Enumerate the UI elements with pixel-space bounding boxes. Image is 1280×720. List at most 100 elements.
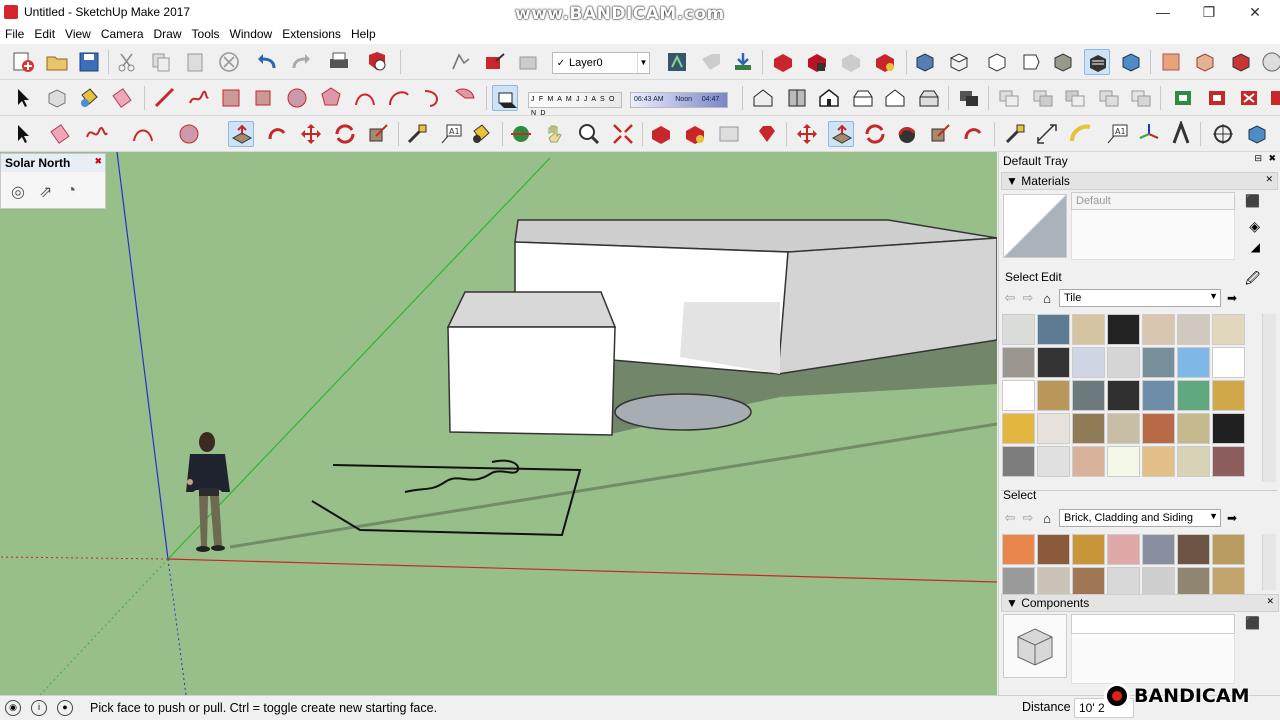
tile-material-swatch[interactable] xyxy=(1142,347,1175,378)
print-icon[interactable] xyxy=(326,49,352,75)
two-point-arc-icon[interactable] xyxy=(386,85,412,111)
brick-material-swatch[interactable] xyxy=(1002,534,1035,565)
library-select[interactable]: Tile ▼ xyxy=(1059,289,1221,307)
right-view-icon[interactable] xyxy=(1018,49,1044,75)
offset-icon[interactable] xyxy=(960,121,986,147)
materials-panel-header[interactable]: ▼ Materials ✕ xyxy=(1001,172,1278,190)
tab-select[interactable]: Select xyxy=(1005,270,1038,284)
axes-icon[interactable] xyxy=(1136,121,1162,147)
download-icon[interactable] xyxy=(730,49,756,75)
tile-material-swatch[interactable] xyxy=(1037,380,1070,411)
close-icon[interactable]: ✕ xyxy=(1266,596,1274,607)
scale-2-icon[interactable] xyxy=(928,121,954,147)
menu-edit[interactable]: Edit xyxy=(29,27,60,41)
orbit-tool-icon[interactable] xyxy=(508,121,534,147)
select-tool-icon[interactable] xyxy=(10,121,36,147)
component-preview[interactable] xyxy=(1003,614,1067,678)
hidden-line-icon[interactable] xyxy=(1228,49,1254,75)
open-folder-icon[interactable] xyxy=(44,49,70,75)
tile-material-swatch[interactable] xyxy=(1107,446,1140,477)
erase-icon[interactable] xyxy=(216,49,242,75)
compass-icon[interactable]: ◎ xyxy=(11,182,25,202)
secondary-scrollbar[interactable] xyxy=(1262,534,1276,590)
tile-material-swatch[interactable] xyxy=(1002,446,1035,477)
close-icon[interactable]: ✖ xyxy=(94,156,102,167)
follow-me-2-icon[interactable] xyxy=(894,121,920,147)
iso-view-icon[interactable] xyxy=(912,49,938,75)
freehand-tool-icon[interactable] xyxy=(84,121,110,147)
home-icon[interactable]: ⌂ xyxy=(1037,511,1057,526)
rotate-2-icon[interactable] xyxy=(862,121,888,147)
paint-tool-icon[interactable] xyxy=(468,121,494,147)
tile-material-swatch[interactable] xyxy=(1037,446,1070,477)
text-2-icon[interactable]: A1 xyxy=(1104,121,1130,147)
house-top-icon[interactable] xyxy=(784,85,810,111)
material-preview-swatch[interactable] xyxy=(1003,194,1067,258)
warehouse-get-icon[interactable] xyxy=(448,49,474,75)
tape-measure-icon[interactable] xyxy=(404,121,430,147)
select-arrow-icon[interactable] xyxy=(10,85,36,111)
forward-arrow-icon[interactable]: ⇨ xyxy=(1019,290,1037,306)
tile-material-swatch[interactable] xyxy=(1107,347,1140,378)
menu-camera[interactable]: Camera xyxy=(96,27,149,41)
brick-material-swatch[interactable] xyxy=(1177,534,1210,565)
wireframe-icon[interactable] xyxy=(1192,49,1218,75)
brick-material-swatch[interactable] xyxy=(1072,534,1105,565)
tile-material-swatch[interactable] xyxy=(1072,446,1105,477)
position-camera-icon[interactable] xyxy=(1210,121,1236,147)
warehouse-tool-icon[interactable] xyxy=(648,121,674,147)
house-right-icon[interactable] xyxy=(850,85,876,111)
tile-material-swatch[interactable] xyxy=(1107,314,1140,345)
union-icon[interactable] xyxy=(1030,85,1056,111)
split-icon[interactable] xyxy=(1128,85,1154,111)
brick-material-swatch[interactable] xyxy=(1037,534,1070,565)
layer-select[interactable]: ✓ Layer0 ▼ xyxy=(552,52,650,74)
tile-material-swatch[interactable] xyxy=(1212,380,1245,411)
tile-material-swatch[interactable] xyxy=(1037,347,1070,378)
zoom-extents-icon[interactable] xyxy=(610,121,636,147)
menu-view[interactable]: View xyxy=(60,27,96,41)
extension-warehouse-tool-icon[interactable] xyxy=(682,121,708,147)
material-name-field[interactable]: Default xyxy=(1071,192,1235,210)
home-icon[interactable]: ⌂ xyxy=(1037,291,1057,306)
rotated-rectangle-icon[interactable] xyxy=(250,85,276,111)
tile-material-swatch[interactable] xyxy=(1072,413,1105,444)
3d-text-icon[interactable] xyxy=(1168,119,1194,147)
new-file-icon[interactable] xyxy=(10,49,36,75)
menu-extensions[interactable]: Extensions xyxy=(277,27,346,41)
front-view-icon[interactable] xyxy=(984,49,1010,75)
tile-material-swatch[interactable] xyxy=(1107,380,1140,411)
text-tool-icon[interactable]: A1 xyxy=(438,121,464,147)
north-tool-icon[interactable]: ⇗ xyxy=(39,182,52,202)
redo-icon[interactable] xyxy=(288,49,314,75)
default-paint-icon[interactable]: ◢ xyxy=(1251,240,1260,254)
credits-icon[interactable]: i xyxy=(31,700,47,716)
tile-material-swatch[interactable] xyxy=(1142,446,1175,477)
back-arrow-icon[interactable]: ⇦ xyxy=(1001,290,1019,306)
tile-material-swatch[interactable] xyxy=(1072,314,1105,345)
undo-icon[interactable] xyxy=(254,49,280,75)
ext-manager-icon[interactable] xyxy=(804,49,830,75)
user-account-icon[interactable]: ● xyxy=(57,700,73,716)
three-point-arc-icon[interactable] xyxy=(420,85,446,111)
tile-material-swatch[interactable] xyxy=(1212,347,1245,378)
walk-icon[interactable] xyxy=(1244,121,1270,147)
modeling-viewport[interactable] xyxy=(0,152,997,695)
north-arrow-icon[interactable]: ◔ xyxy=(66,182,76,202)
section-fill-icon[interactable] xyxy=(1266,85,1280,111)
move-tool-icon[interactable] xyxy=(298,121,324,147)
details-arrow-icon[interactable]: ➡ xyxy=(1227,291,1237,305)
tile-material-swatch[interactable] xyxy=(1177,413,1210,444)
tile-material-swatch[interactable] xyxy=(1142,314,1175,345)
tile-material-swatch[interactable] xyxy=(1002,314,1035,345)
tile-material-swatch[interactable] xyxy=(1177,380,1210,411)
follow-me-tool-icon[interactable] xyxy=(264,121,290,147)
minimize-button[interactable]: — xyxy=(1140,0,1186,24)
pan-tool-icon[interactable] xyxy=(542,121,568,147)
house-iso-icon[interactable] xyxy=(750,85,776,111)
warehouse-icon[interactable] xyxy=(664,49,690,75)
tile-material-swatch[interactable] xyxy=(1142,413,1175,444)
menu-draw[interactable]: Draw xyxy=(149,27,187,41)
shadow-time-slider[interactable]: 06:43 AM Noon 04:47 xyxy=(630,92,728,108)
tile-material-swatch[interactable] xyxy=(1002,347,1035,378)
